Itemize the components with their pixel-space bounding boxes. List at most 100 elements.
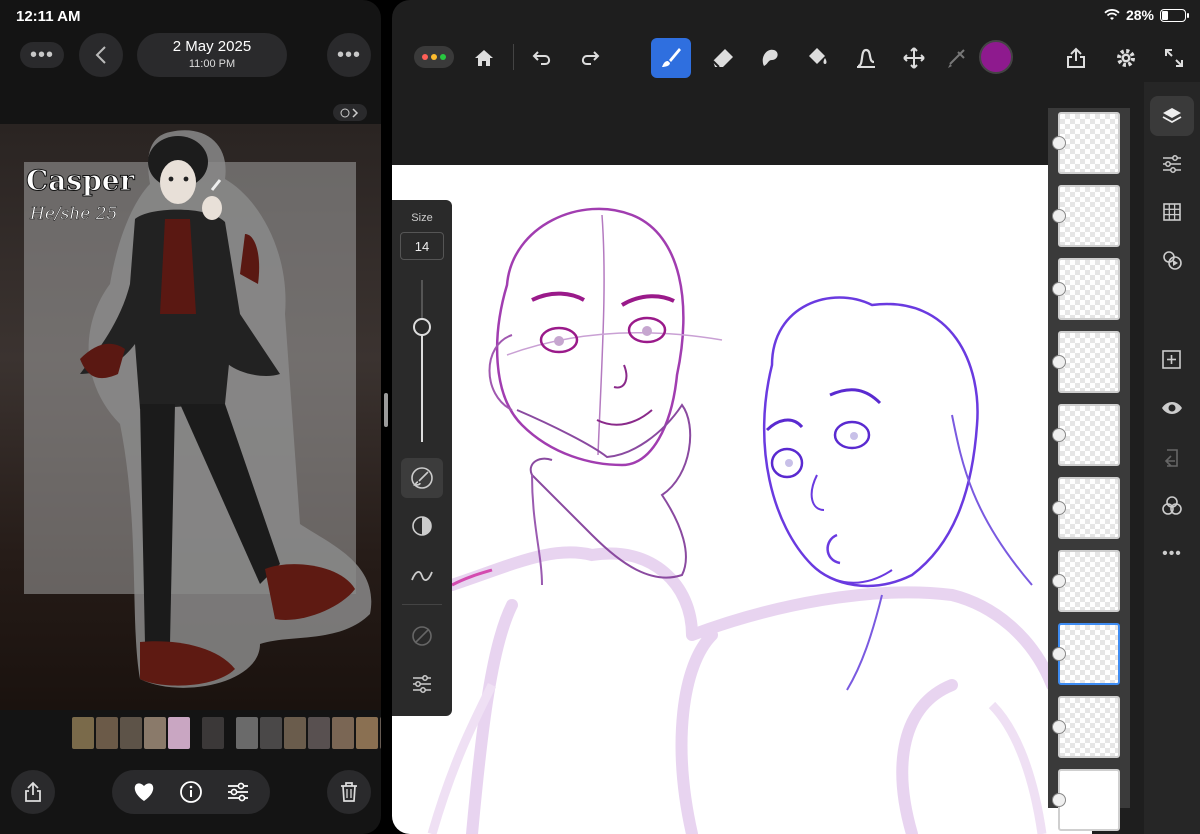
layer-handle-icon[interactable]	[1052, 282, 1066, 296]
layer-handle-icon[interactable]	[1052, 647, 1066, 661]
layers-icon	[1162, 108, 1182, 124]
undo-button[interactable]	[522, 38, 562, 78]
blend-icon	[1162, 496, 1182, 515]
drawing-app: Size 14 •••	[392, 0, 1200, 834]
layer-thumbnail[interactable]	[1052, 185, 1120, 247]
smudge-tool[interactable]	[750, 38, 790, 78]
photo-thumbnail[interactable]	[144, 717, 166, 749]
blend-mode-button[interactable]	[1150, 486, 1194, 526]
add-layer-button[interactable]	[1150, 340, 1194, 380]
current-color-swatch[interactable]	[979, 40, 1013, 74]
home-button[interactable]	[464, 38, 504, 78]
panel-divider	[402, 604, 442, 605]
layer-thumbnail[interactable]	[1052, 404, 1120, 466]
fullscreen-button[interactable]	[1154, 38, 1194, 78]
brush-shape-button[interactable]	[401, 458, 443, 498]
brush-size-field[interactable]: 14	[400, 232, 444, 260]
photo-thumbnail[interactable]	[202, 717, 224, 749]
layer-thumbnail[interactable]	[1052, 258, 1120, 320]
more-left-button[interactable]: •••	[20, 42, 64, 68]
brush-settings-button[interactable]	[401, 664, 443, 704]
favorite-button[interactable]	[132, 782, 156, 802]
maximize-window-icon	[440, 54, 446, 60]
photo-tools-group	[112, 770, 270, 814]
photo-thumbnail[interactable]	[96, 717, 118, 749]
top-toolbar	[392, 30, 1200, 82]
brush-tip-icon	[411, 467, 433, 489]
info-button[interactable]	[179, 780, 203, 804]
transform-tool[interactable]	[894, 38, 934, 78]
layer-properties-button[interactable]	[1150, 144, 1194, 184]
photo-thumbnail[interactable]	[236, 717, 258, 749]
status-time: 12:11 AM	[16, 8, 81, 25]
brush-tool[interactable]	[651, 38, 691, 78]
fill-tool[interactable]	[797, 38, 837, 78]
split-view-handle[interactable]	[384, 393, 388, 427]
toggle-visibility-button[interactable]	[1150, 388, 1194, 428]
selection-tool[interactable]	[938, 38, 978, 78]
photo-thumbnail[interactable]	[380, 717, 381, 749]
window-controls[interactable]	[414, 46, 454, 68]
chevron-left-icon	[95, 46, 106, 64]
photo-thumbnail[interactable]	[308, 717, 330, 749]
live-photo-button[interactable]	[333, 104, 367, 121]
layer-handle-icon[interactable]	[1052, 720, 1066, 734]
layer-thumbnail[interactable]	[1052, 769, 1120, 831]
redo-button[interactable]	[570, 38, 610, 78]
settings-button[interactable]	[1106, 38, 1146, 78]
layer-handle-icon[interactable]	[1052, 136, 1066, 150]
layer-thumbnail[interactable]	[1052, 477, 1120, 539]
photo-thumbnail[interactable]	[72, 717, 94, 749]
layer-thumbnail[interactable]	[1052, 696, 1120, 758]
layer-thumbnail[interactable]	[1052, 623, 1120, 685]
more-options-button[interactable]: •••	[1150, 534, 1194, 574]
photo-thumbnail[interactable]	[284, 717, 306, 749]
adjust-button[interactable]	[226, 781, 250, 803]
photo-thumbnail[interactable]	[332, 717, 354, 749]
layer-handle-icon[interactable]	[1052, 355, 1066, 369]
pressure-button[interactable]	[401, 616, 443, 656]
layer-thumbnail[interactable]	[1052, 331, 1120, 393]
paint-bucket-icon	[809, 48, 827, 64]
brush-size-slider-knob[interactable]	[413, 317, 431, 336]
grid-icon	[1163, 203, 1181, 221]
smoothing-button[interactable]	[401, 556, 443, 596]
merge-down-button[interactable]	[1150, 438, 1194, 478]
flow-button[interactable]	[401, 506, 443, 546]
delete-button[interactable]	[327, 770, 371, 814]
layer-handle-icon[interactable]	[1052, 428, 1066, 442]
liquify-tool[interactable]	[846, 38, 886, 78]
photo-actions-bar	[0, 770, 381, 814]
right-side-rail: •••	[1144, 82, 1200, 834]
photo-thumbnail[interactable]	[260, 717, 282, 749]
grid-button[interactable]	[1150, 192, 1194, 232]
eraser-tool[interactable]	[703, 38, 743, 78]
opacity-icon	[412, 516, 432, 536]
photo-image[interactable]: Casper He/she 25	[0, 124, 381, 710]
lasso-icon	[948, 49, 965, 68]
close-window-icon	[422, 54, 428, 60]
layer-handle-icon[interactable]	[1052, 574, 1066, 588]
photo-thumbnail[interactable]	[356, 717, 378, 749]
layer-thumbnail[interactable]	[1052, 550, 1120, 612]
photo-thumbnail[interactable]	[168, 717, 190, 749]
more-right-button[interactable]: •••	[327, 33, 371, 77]
layer-handle-icon[interactable]	[1052, 209, 1066, 223]
date-header[interactable]: 2 May 2025 11:00 PM	[137, 33, 287, 77]
motion-icon	[1163, 251, 1182, 270]
layer-handle-icon[interactable]	[1052, 793, 1066, 807]
motion-button[interactable]	[1150, 240, 1194, 280]
thumbnail-strip[interactable]	[72, 717, 381, 751]
share-button[interactable]	[11, 770, 55, 814]
drawing-canvas[interactable]	[392, 165, 1092, 834]
heart-icon	[134, 783, 153, 801]
share-export-button[interactable]	[1056, 38, 1096, 78]
redo-icon	[581, 51, 600, 65]
back-button[interactable]	[79, 33, 123, 77]
photo-thumbnail[interactable]	[120, 717, 142, 749]
trash-icon	[341, 782, 357, 802]
layer-handle-icon[interactable]	[1052, 501, 1066, 515]
layers-button[interactable]	[1150, 96, 1194, 136]
layer-thumbnail[interactable]	[1052, 112, 1120, 174]
pressure-icon	[412, 626, 432, 646]
